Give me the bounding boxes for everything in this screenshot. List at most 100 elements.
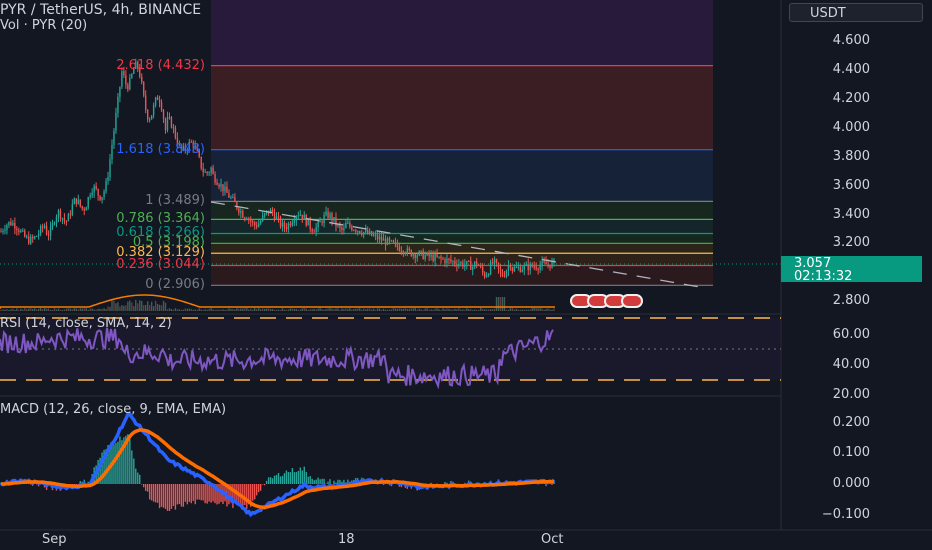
- volume-bar: [339, 309, 341, 311]
- macd-histogram-bar: [279, 476, 282, 484]
- candle-body: [549, 264, 551, 268]
- volume-bar: [299, 309, 301, 311]
- currency-button[interactable]: USDT: [789, 3, 923, 22]
- candle-body: [101, 197, 103, 201]
- candle-body: [422, 250, 424, 260]
- candle-body: [57, 210, 60, 217]
- volume-bar: [493, 308, 496, 311]
- candle-body: [37, 233, 40, 237]
- macd-histogram-bar: [119, 436, 121, 484]
- volume-bar: [368, 308, 371, 311]
- candle-body: [224, 186, 226, 192]
- volume-bar: [386, 309, 389, 311]
- volume-bar: [222, 309, 224, 311]
- volume-bar: [450, 309, 452, 311]
- macd-histogram-bar: [323, 478, 325, 484]
- volume-bar: [234, 309, 236, 311]
- candle-body: [424, 255, 426, 260]
- volume-bar: [283, 309, 286, 311]
- candle-body: [250, 219, 252, 222]
- fib-level-label: 0.236 (3.044): [116, 257, 205, 273]
- macd-histogram-bar: [317, 477, 319, 484]
- volume-bar: [523, 309, 525, 311]
- candle-body: [12, 222, 14, 226]
- candle-body: [365, 230, 367, 233]
- candle-body: [448, 258, 450, 260]
- candle-body: [73, 198, 76, 205]
- fib-level-label: 1.618 (3.848): [116, 141, 205, 157]
- candle-body: [20, 230, 22, 233]
- volume-bar: [85, 308, 87, 311]
- macd-histogram-bar: [289, 472, 292, 484]
- volume-bar: [485, 309, 488, 311]
- volume-bar: [45, 308, 48, 311]
- macd-histogram-bar: [273, 475, 276, 484]
- volume-bar: [281, 308, 284, 311]
- macd-histogram-bar: [263, 484, 266, 486]
- macd-histogram-bar: [182, 484, 185, 507]
- volume-bar: [240, 308, 242, 311]
- candle-body: [305, 214, 307, 226]
- macd-histogram-bar: [168, 484, 171, 511]
- candle-body: [144, 95, 147, 110]
- candle-body: [452, 261, 454, 263]
- volume-bar: [32, 308, 34, 311]
- volume-bar: [212, 309, 214, 311]
- volume-bar: [440, 309, 442, 311]
- volume-bar: [81, 308, 83, 311]
- volume-bar: [250, 308, 252, 311]
- volume-bar: [319, 308, 321, 311]
- volume-bar: [125, 305, 127, 311]
- candle-body: [43, 225, 46, 228]
- candle-body: [248, 218, 250, 220]
- fib-zone: [211, 233, 713, 244]
- volume-bar: [374, 309, 377, 311]
- candle-body: [0, 231, 2, 233]
- volume-bar: [535, 308, 537, 311]
- volume-bar: [267, 308, 270, 311]
- volume-bar: [460, 309, 462, 311]
- volume-bar: [91, 308, 93, 311]
- volume-bar: [224, 309, 226, 311]
- volume-bar: [37, 308, 40, 311]
- volume-bar: [462, 309, 464, 311]
- us-flag-icon[interactable]: [621, 294, 643, 308]
- candle-body: [71, 204, 74, 215]
- volume-bar: [244, 308, 246, 311]
- candle-body: [119, 86, 121, 97]
- candle-body: [547, 264, 549, 266]
- volume-bar: [174, 308, 177, 311]
- candle-body: [481, 267, 484, 273]
- macd-histogram-bar: [319, 479, 321, 484]
- candle-body: [238, 208, 240, 213]
- candle-body: [4, 229, 6, 231]
- volume-bar: [143, 305, 145, 311]
- last-price-badge: 3.057 02:13:32: [781, 256, 922, 283]
- candle-body: [487, 274, 490, 276]
- volume-bar: [176, 309, 179, 311]
- volume-bar: [79, 308, 81, 311]
- macd-histogram-bar: [281, 475, 284, 484]
- macd-histogram-bar: [164, 484, 167, 509]
- volume-bar: [14, 309, 16, 311]
- candle-body: [75, 198, 78, 204]
- candle-body: [368, 231, 371, 234]
- volume-bar: [305, 308, 307, 311]
- macd-histogram-bar: [129, 439, 131, 484]
- candle-body: [390, 240, 393, 242]
- candle-body: [65, 220, 68, 222]
- candle-body: [89, 195, 91, 198]
- volume-bar: [285, 309, 288, 311]
- volume-bar: [168, 308, 171, 311]
- volume-bar: [43, 308, 46, 311]
- candle-body: [404, 253, 407, 255]
- candle-body: [49, 226, 52, 236]
- candle-body: [156, 97, 159, 100]
- volume-bar: [121, 305, 123, 311]
- candle-body: [499, 268, 502, 272]
- volume-bar: [517, 309, 520, 311]
- candle-body: [14, 222, 16, 229]
- fib-level-label: 1 (3.489): [145, 193, 205, 209]
- macd-histogram-bar: [135, 468, 137, 484]
- candle-body: [327, 211, 329, 219]
